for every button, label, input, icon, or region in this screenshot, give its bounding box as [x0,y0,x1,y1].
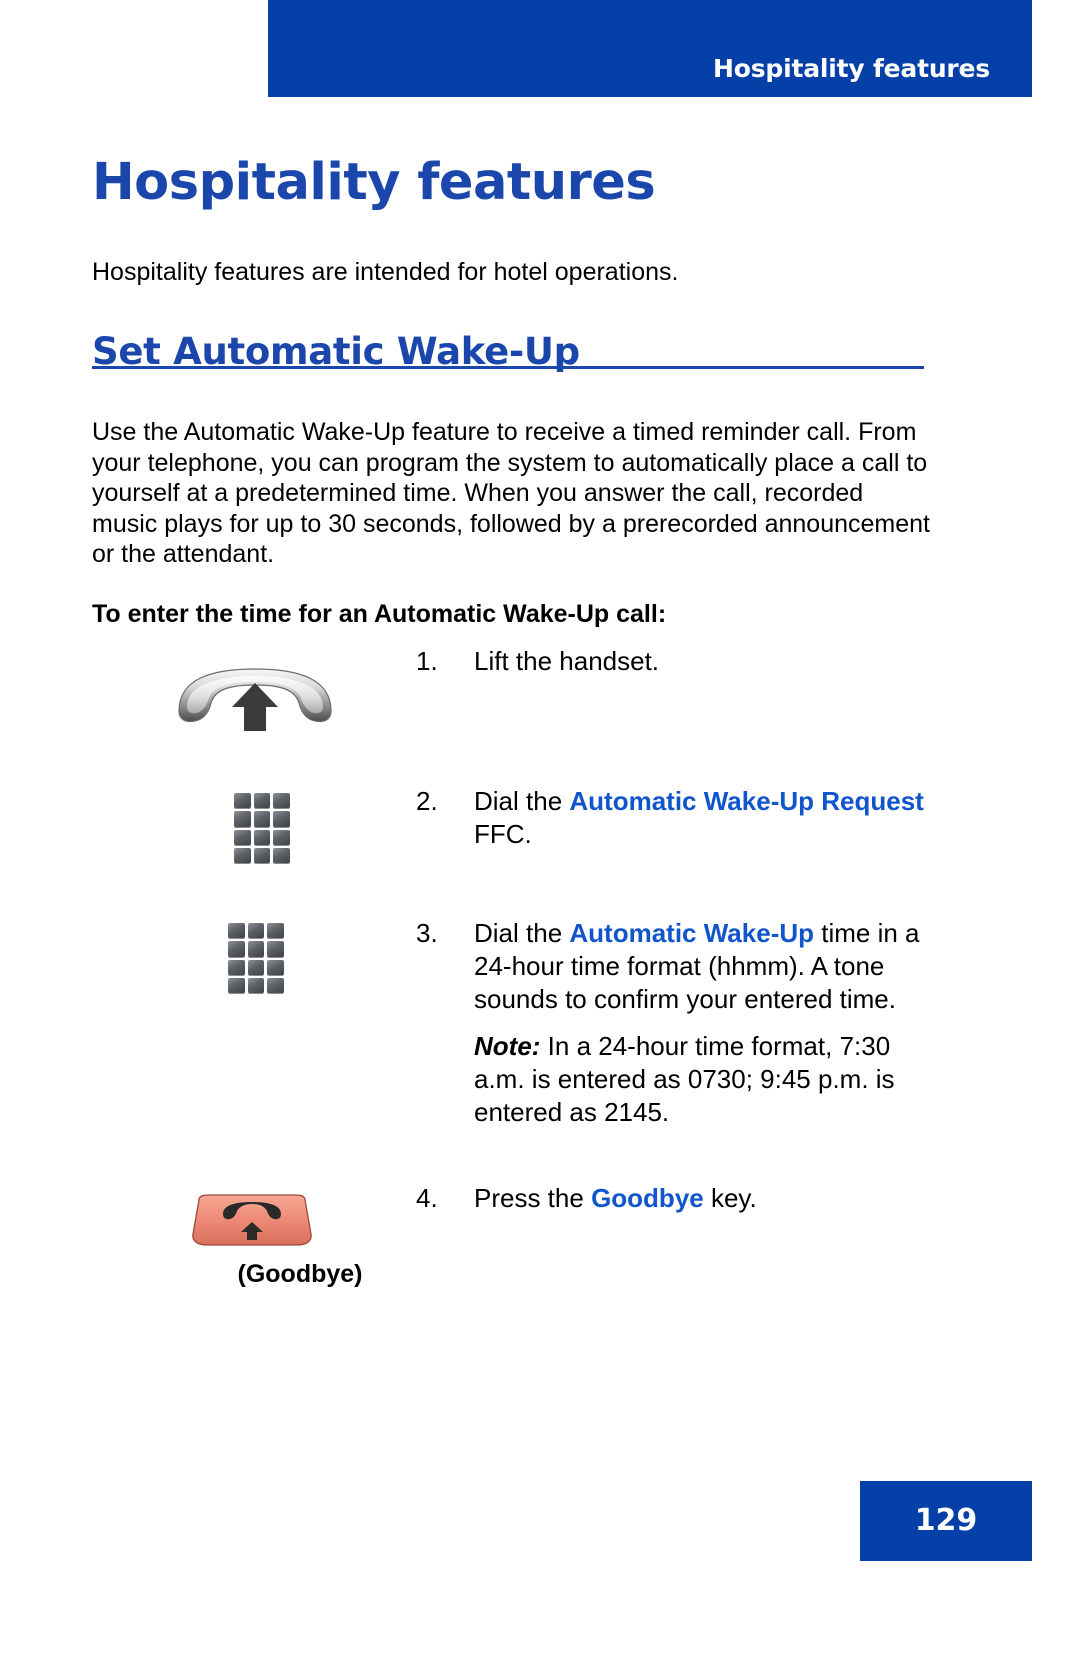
keypad-key [253,811,271,827]
step-number: 2. [416,786,438,816]
keypad-key [267,977,284,993]
step-figure: (Goodbye) [0,1182,400,1332]
running-header-title: Hospitality features [713,54,990,83]
up-arrow-icon [232,683,278,731]
step-body: 4. Press the Goodbye key. [416,1182,946,1215]
step-row: 2. Dial the Automatic Wake-Up Request FF… [0,785,1080,917]
step-figure [0,785,400,917]
step-figure [0,645,400,785]
keypad-key [234,829,251,845]
section-divider [92,366,924,369]
keypad-key [228,941,245,957]
step-text-part: key. [703,1183,757,1213]
step-body: 1. Lift the handset. [416,645,946,678]
step-text: Dial the Automatic Wake-Up Request FFC. [474,785,946,851]
page-number: 129 [914,1503,978,1538]
step-body: 2. Dial the Automatic Wake-Up Request FF… [416,785,946,851]
goodbye-key-icon [192,1194,312,1246]
keypad-icon [228,923,284,993]
step-text-part: Lift the handset. [474,646,660,676]
step-text-part: Dial the [474,918,570,948]
step-row: (Goodbye) 4. Press the Goodbye key. [0,1182,1080,1332]
keypad-key [234,811,251,827]
page-title: Hospitality features [92,153,656,213]
step-row: 3. Dial the Automatic Wake-Up time in a … [0,917,1080,1182]
keypad-key [247,923,265,939]
keypad-key [228,923,245,939]
note-label: Note: [474,1031,541,1061]
keypad-key [273,847,290,863]
step-text-part: Dial the [474,786,570,816]
step-text-part: Press the [474,1183,592,1213]
step-number: 1. [416,646,438,676]
keypad-key [247,941,265,957]
procedure-lead-in: To enter the time for an Automatic Wake-… [92,600,667,628]
step-number: 3. [416,918,438,948]
keypad-key [267,923,284,939]
running-header-bar: Hospitality features [268,0,1032,97]
keypad-key [247,959,265,975]
page-number-box: 129 [860,1481,1032,1561]
keypad-key [228,959,245,975]
keypad-key [273,793,290,809]
step-keyword: Automatic Wake-Up [569,918,815,948]
goodbye-key-caption: (Goodbye) [237,1260,363,1288]
step-text-part: FFC. [474,819,532,849]
keypad-key [253,793,271,809]
step-keyword: Automatic Wake-Up Request [569,786,924,816]
keypad-key [234,793,251,809]
keypad-key [253,829,271,845]
procedure-steps: 1. Lift the handset. 2. Dial the Automat… [0,645,1080,1332]
keypad-key [273,829,290,845]
keypad-key [247,977,265,993]
intro-paragraph: Hospitality features are intended for ho… [92,258,679,286]
keypad-key [267,959,284,975]
step-text: Lift the handset. [474,645,946,678]
step-body: 3. Dial the Automatic Wake-Up time in a … [416,917,946,1129]
step-number: 4. [416,1183,438,1213]
keypad-key [228,977,245,993]
step-note: Note: In a 24-hour time format, 7:30 a.m… [474,1030,946,1129]
step-figure [0,917,400,1182]
keypad-key [253,847,271,863]
keypad-key [234,847,251,863]
step-row: 1. Lift the handset. [0,645,1080,785]
step-keyword: Goodbye [591,1183,704,1213]
step-text: Press the Goodbye key. [474,1182,946,1215]
keypad-key [273,811,290,827]
keypad-key [267,941,284,957]
step-text: Dial the Automatic Wake-Up time in a 24-… [474,917,946,1016]
section-paragraph: Use the Automatic Wake-Up feature to rec… [92,418,930,569]
keypad-icon [234,793,290,863]
